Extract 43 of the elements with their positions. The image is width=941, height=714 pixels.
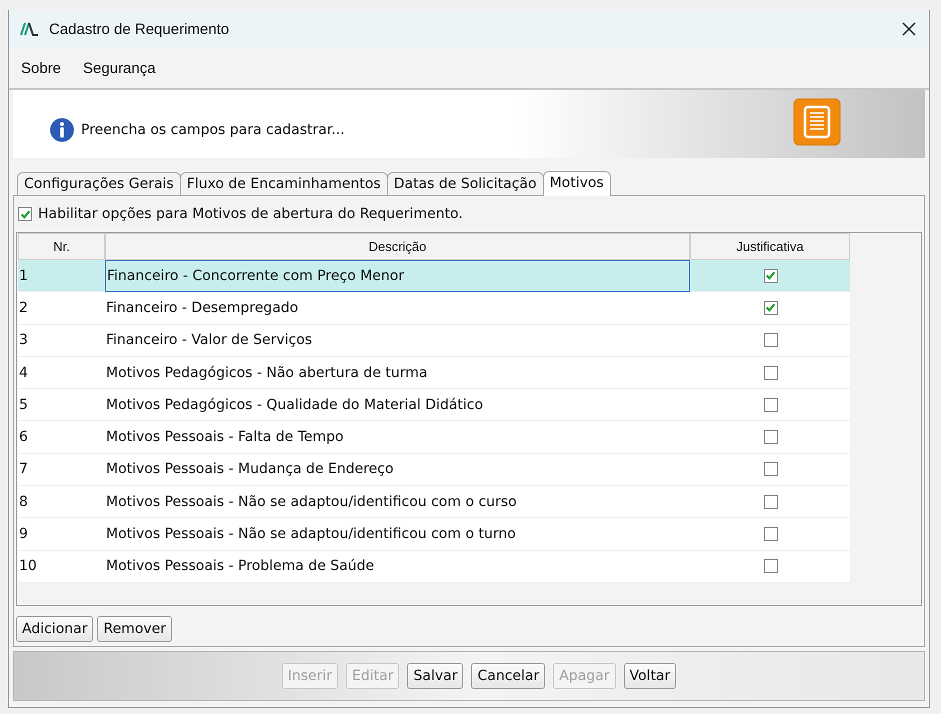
table-row[interactable]: 4 Motivos Pedagógicos - Não abertura de turma: [18, 356, 850, 390]
checkbox[interactable]: [764, 494, 778, 509]
menu-item[interactable]: Sobre: [21, 60, 62, 76]
table-action-button[interactable]: Remover: [97, 616, 172, 642]
checkbox[interactable]: [764, 333, 778, 348]
document-icon: [793, 98, 841, 146]
checkbox[interactable]: [764, 398, 778, 412]
checkbox[interactable]: [18, 207, 32, 221]
checkbox[interactable]: [764, 462, 778, 476]
footer-button[interactable]: Voltar: [624, 663, 676, 689]
table-row[interactable]: 3 Financeiro - Valor de Serviços: [18, 324, 850, 357]
close-icon[interactable]: [901, 21, 917, 37]
table-row[interactable]: 5 Motivos Pedagógicos - Qualidade do Material Didático: [18, 389, 850, 422]
info-icon: [49, 117, 75, 143]
table-row[interactable]: 8 Motivos Pessoais - Não se adaptou/identificou com o curso: [18, 486, 850, 518]
menu-item[interactable]: Segurança: [83, 60, 156, 76]
logo-icon: [19, 21, 39, 37]
column-header[interactable]: Justificativa: [690, 233, 850, 260]
checkbox[interactable]: [764, 300, 778, 315]
column-header[interactable]: Descrição: [105, 233, 690, 260]
table-row[interactable]: 7 Motivos Pessoais - Mudança de Endereço: [18, 454, 850, 486]
footer-button[interactable]: Cancelar: [471, 663, 546, 689]
table-cell: Financeiro - Concorrente com Preço Menor: [105, 260, 690, 292]
table-row[interactable]: 6 Motivos Pessoais - Falta de Tempo: [18, 421, 850, 454]
info-message: Preencha os campos para cadastrar...: [81, 122, 346, 138]
table-row[interactable]: 10 Motivos Pessoais - Problema de Saúde: [18, 550, 850, 583]
table-action-button[interactable]: Adicionar: [16, 616, 94, 642]
checkbox[interactable]: [764, 430, 778, 444]
table-row[interactable]: 9 Motivos Pessoais - Não se adaptou/identificou com o turno: [18, 518, 850, 551]
tab[interactable]: Configurações Gerais: [17, 172, 181, 195]
checkbox[interactable]: [764, 559, 778, 574]
table-cell: Motivos Pessoais - Problema de Saúde: [105, 550, 690, 583]
table-cell: 10: [18, 550, 105, 583]
tab[interactable]: Motivos: [542, 171, 611, 196]
footer-button[interactable]: Salvar: [407, 663, 464, 689]
table-row[interactable]: 2 Financeiro - Desempregado: [18, 292, 850, 325]
checkbox[interactable]: [764, 366, 778, 380]
checkbox[interactable]: [764, 527, 778, 542]
table-row[interactable]: 1 Financeiro - Concorrente com Preço Menor: [18, 260, 850, 292]
checkbox[interactable]: [764, 268, 778, 283]
checkbox-label: Habilitar opções para Motivos de abertura do Requerimento.: [38, 206, 463, 222]
column-header[interactable]: Nr.: [18, 233, 105, 260]
window-title: Cadastro de Requerimento: [49, 20, 230, 38]
